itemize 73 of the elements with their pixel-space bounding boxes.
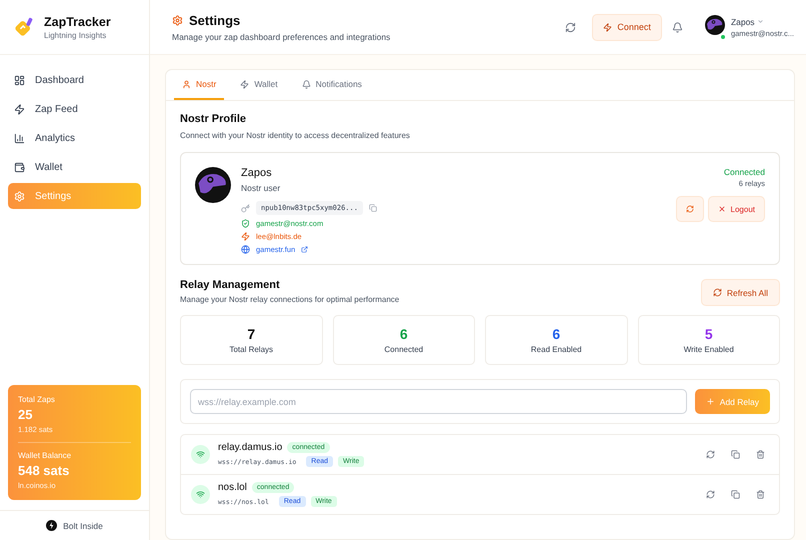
user-name[interactable]: Zapos [730,16,794,26]
lightning-icon [240,80,250,88]
bell-icon [672,22,683,32]
stat-value: 5 [704,326,713,342]
stat-value: 7 [247,326,256,342]
wallet-icon [14,162,25,172]
relay-name: nos.lol [218,482,247,493]
bar-chart-icon [14,132,25,144]
key-icon [241,204,250,212]
wifi-icon [191,445,210,464]
trash-icon [756,450,765,459]
profile-avatar-icon [195,167,231,203]
connect-button[interactable]: Connect [592,14,662,40]
chevron-down-icon [756,18,764,25]
nav-item[interactable]: Zap Feed [8,96,141,122]
stat-label: Total Relays [229,345,274,354]
footer-text: Bolt Inside [63,520,103,530]
nav-item[interactable]: Analytics [8,125,141,151]
page-subtitle: Manage your zap dashboard preferences and integrations [172,32,392,42]
app-name: ZapTracker [44,14,111,28]
bolt-badge-icon [46,520,58,531]
external-link-icon [301,246,308,253]
plus-icon [706,397,715,406]
copy-icon [731,450,740,459]
app-tagline: Lightning Insights [44,30,108,40]
stat-value: 6 [400,326,408,342]
user-icon [182,80,191,88]
wallet-balance-label: Wallet Balance [18,451,72,460]
relay-url-field[interactable]: wss://relay.example.com [190,389,687,414]
wifi-icon [191,485,210,504]
stat-label: Connected [384,345,424,354]
refresh-icon [712,288,722,297]
copy-icon [731,490,740,499]
refresh-all-button[interactable]: Refresh All [700,279,780,306]
refresh-icon [706,450,715,459]
nav-item[interactable]: Dashboard [8,67,141,93]
zap-icon [241,232,250,241]
section-title: Nostr Profile [180,113,248,125]
trash-icon [756,490,765,499]
page-title: Settings [172,12,562,28]
refresh-icon [565,22,576,32]
settings-icon [14,190,25,202]
bell-icon [302,80,311,88]
stat-value: 6 [552,326,560,342]
wallet-balance-value: 548 sats [18,463,70,478]
settings-icon [172,14,183,26]
shield-icon [241,219,250,228]
copy-icon [368,204,377,212]
total-zaps-label: Total Zaps [18,395,56,404]
lightning-icon [14,104,25,114]
profile-role: Nostr user [241,183,282,193]
stat-label: Read Enabled [530,345,582,354]
section-title: Relay Management [180,279,281,291]
relay-name: relay.damus.io [218,442,282,453]
total-zaps-value: 25 [18,407,34,422]
close-icon [718,205,726,213]
logout-button[interactable]: Logout [708,196,765,222]
tab[interactable]: Notifications [294,70,370,100]
lightning-icon [603,22,612,32]
globe-icon [241,245,250,254]
nav-item[interactable]: Wallet [8,154,141,180]
stat-label: Write Enabled [684,345,734,354]
profile-name: Zapos [241,167,273,179]
copy-button[interactable] [368,204,377,212]
refresh-icon [686,205,694,213]
refresh-icon [706,490,715,499]
section-description: Connect with your Nostr identity to access decentralized features [180,131,411,140]
connection-status: Connected [724,167,765,177]
dashboard-icon [14,74,25,86]
tab[interactable]: Nostr [174,70,224,100]
avatar-icon [704,14,725,34]
section-description: Manage your Nostr relay connections for optimal performance [180,295,400,304]
tab[interactable]: Wallet [232,70,286,100]
